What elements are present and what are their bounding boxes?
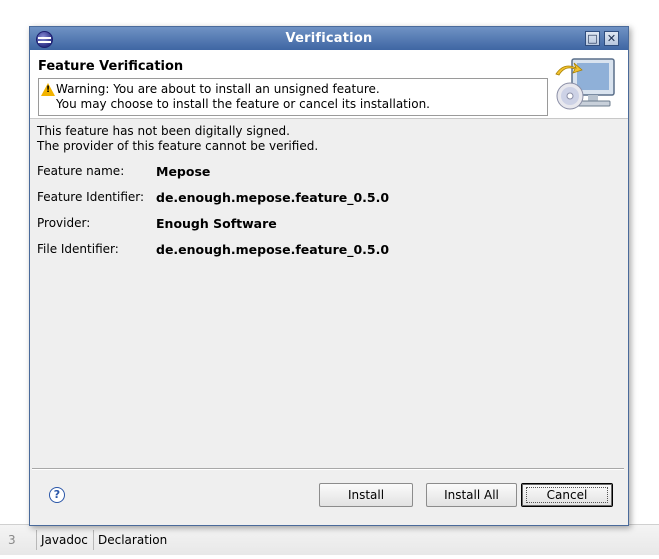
- banner-heading: Feature Verification: [38, 59, 184, 74]
- verification-dialog: Verification □ ✕ Feature Verification ! …: [29, 26, 629, 526]
- unsigned-message: This feature has not been digitally sign…: [37, 124, 290, 138]
- install-all-button-label: Install All: [444, 488, 499, 502]
- feature-identifier-label: Feature Identifier:: [37, 190, 145, 204]
- provider-message: The provider of this feature cannot be v…: [37, 139, 319, 153]
- file-identifier-value: de.enough.mepose.feature_0.5.0: [156, 242, 390, 257]
- cancel-button-label: Cancel: [546, 488, 588, 502]
- title-bar[interactable]: Verification □ ✕: [30, 27, 628, 50]
- dialog-title: Verification: [285, 31, 373, 46]
- warning-icon: !: [41, 83, 55, 96]
- provider-label: Provider:: [37, 216, 91, 230]
- warning-line-2: You may choose to install the feature or…: [56, 97, 430, 111]
- feature-name-label: Feature name:: [37, 164, 125, 178]
- close-icon[interactable]: ✕: [604, 31, 619, 46]
- file-identifier-label: File Identifier:: [37, 242, 119, 256]
- view-tab-strip: 3 Javadoc Declaration: [0, 524, 659, 555]
- view-tab-declaration[interactable]: Declaration: [93, 530, 171, 550]
- warning-message-box: ! Warning: You are about to install an u…: [38, 78, 548, 116]
- header-banner: Feature Verification ! Warning: You are …: [30, 50, 628, 119]
- install-all-button[interactable]: Install All: [426, 483, 517, 507]
- cancel-button[interactable]: Cancel: [521, 483, 613, 507]
- provider-value: Enough Software: [156, 216, 277, 231]
- view-tab-javadoc[interactable]: Javadoc: [36, 530, 92, 550]
- button-bar-separator: [32, 468, 624, 470]
- install-button[interactable]: Install: [319, 483, 413, 507]
- feature-identifier-value: de.enough.mepose.feature_0.5.0: [156, 190, 390, 205]
- feature-name-value: Mepose: [156, 164, 211, 179]
- warning-line-1: Warning: You are about to install an uns…: [56, 82, 380, 96]
- install-button-label: Install: [347, 488, 385, 502]
- view-tab-partial[interactable]: 3: [4, 530, 20, 550]
- install-wizard-graphic: [555, 58, 615, 110]
- help-icon[interactable]: ?: [49, 487, 65, 503]
- maximize-icon[interactable]: □: [585, 31, 600, 46]
